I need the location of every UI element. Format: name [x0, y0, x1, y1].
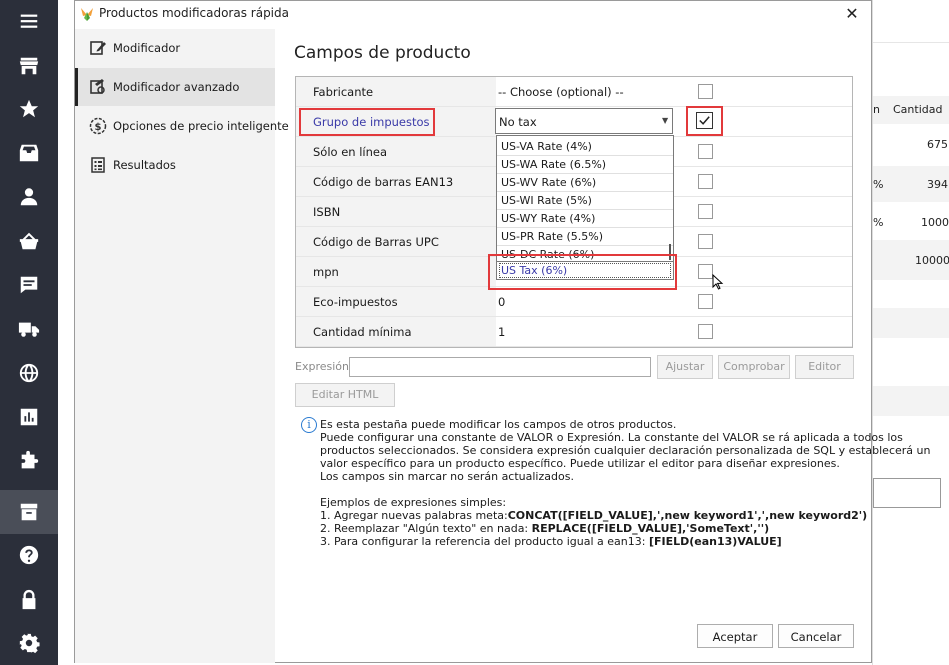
tax-group-combobox[interactable]: No tax ▼: [495, 108, 673, 134]
bg-col-header-partial: n: [873, 103, 880, 116]
results-icon: [91, 157, 105, 173]
dropdown-option[interactable]: US-WI Rate (5%): [501, 194, 592, 207]
bg-value: 10000: [915, 254, 949, 267]
bg-percent: %: [873, 216, 884, 229]
field-row-cantidad-minima: Cantidad mínima 1: [296, 317, 852, 347]
lock-icon[interactable]: [14, 585, 44, 615]
close-button[interactable]: ✕: [843, 5, 861, 23]
field-checkbox[interactable]: [698, 204, 713, 219]
combobox-value: No tax: [499, 115, 537, 129]
field-checkbox[interactable]: [698, 264, 713, 279]
app-sidebar: [0, 0, 58, 665]
chart-icon[interactable]: [14, 402, 44, 432]
help-icon[interactable]: [14, 540, 44, 570]
bg-value: 394: [927, 178, 948, 191]
info-line: valor específico para un producto especí…: [320, 457, 840, 470]
info-line: Es esta pestaña puede modificar los camp…: [320, 418, 677, 431]
edit-icon: [90, 41, 106, 55]
editar-html-button[interactable]: Editar HTML: [295, 383, 395, 407]
highlight-tax-checkbox: [686, 106, 723, 136]
chevron-down-icon[interactable]: ▼: [662, 116, 668, 125]
field-label: Cantidad mínima: [313, 325, 412, 339]
field-checkbox[interactable]: [698, 144, 713, 159]
inbox-icon[interactable]: [14, 138, 44, 168]
ajustar-button[interactable]: Ajustar: [657, 355, 713, 379]
nav-item-modificador[interactable]: Modificador: [75, 29, 275, 67]
field-checkbox[interactable]: [698, 294, 713, 309]
gear-icon[interactable]: [14, 628, 44, 658]
dropdown-option[interactable]: US-WA Rate (6.5%): [501, 158, 606, 171]
section-heading: Campos de producto: [294, 43, 471, 63]
star-icon[interactable]: [14, 94, 44, 124]
dropdown-option[interactable]: US-VA Rate (4%): [501, 140, 592, 153]
dialog-title: Productos modificadoras rápida: [99, 6, 289, 20]
nav-label: Modificador avanzado: [113, 80, 240, 94]
truck-icon[interactable]: [14, 314, 44, 344]
aceptar-button[interactable]: Aceptar: [697, 624, 773, 648]
dropdown-option[interactable]: US-WV Rate (6%): [501, 176, 596, 189]
field-label: ISBN: [313, 205, 341, 219]
example-line: 3. Para configurar la referencia del pro…: [320, 535, 782, 548]
box-icon[interactable]: [14, 497, 44, 527]
tax-group-dropdown: US-VA Rate (4%) US-WA Rate (6.5%) US-WV …: [496, 135, 674, 262]
cancelar-button[interactable]: Cancelar: [778, 624, 854, 648]
field-label: Fabricante: [313, 85, 374, 99]
field-label: mpn: [313, 265, 339, 279]
field-label: Sólo en línea: [313, 145, 388, 159]
highlight-us-tax-option: [488, 254, 677, 290]
comprobar-button[interactable]: Comprobar: [718, 355, 790, 379]
chat-icon[interactable]: [14, 270, 44, 300]
info-line: Puede configurar una constante de VALOR …: [320, 431, 903, 444]
basket-icon[interactable]: [14, 226, 44, 256]
background-app-panel: n Cantidad 675 % 394 % 1000 10000: [872, 0, 949, 665]
menu-icon[interactable]: [14, 6, 44, 36]
store-icon[interactable]: [14, 51, 44, 81]
svg-text:$: $: [95, 122, 102, 133]
field-checkbox[interactable]: [698, 324, 713, 339]
title-bar: Productos modificadoras rápida ✕: [75, 1, 871, 29]
example-line: 2. Reemplazar "Algún texto" en nada: REP…: [320, 522, 770, 535]
field-label: Eco-impuestos: [313, 295, 398, 309]
edit-advanced-icon: [90, 79, 105, 94]
bg-percent: %: [873, 178, 884, 191]
field-checkbox[interactable]: [698, 174, 713, 189]
field-row-eco-impuestos: Eco-impuestos 0: [296, 287, 852, 317]
field-label: Código de Barras UPC: [313, 235, 439, 249]
highlight-tax-label: [299, 108, 435, 136]
mouse-cursor-icon: [712, 274, 724, 290]
field-label: Código de barras EAN13: [313, 175, 454, 189]
bg-col-cantidad: Cantidad: [893, 103, 943, 116]
editor-button[interactable]: Editor: [795, 355, 854, 379]
expression-label: Expresión: [295, 360, 349, 373]
nav-label: Modificador: [113, 41, 181, 55]
puzzle-icon[interactable]: [14, 446, 44, 476]
dialog-window: Productos modificadoras rápida ✕ Modific…: [74, 0, 930, 663]
info-line: productos seleccionados. Se considera ex…: [320, 444, 931, 457]
nav-item-resultados[interactable]: Resultados: [75, 146, 275, 184]
field-checkbox[interactable]: [698, 84, 713, 99]
app-logo-icon: [81, 8, 93, 21]
bg-value: 675: [927, 138, 948, 151]
dropdown-option[interactable]: US-PR Rate (5.5%): [501, 230, 603, 243]
globe-icon[interactable]: [14, 358, 44, 388]
bg-value: 1000: [921, 216, 949, 229]
info-line: Los campos sin marcar no serán actualiza…: [320, 470, 574, 483]
field-value[interactable]: -- Choose (optional) --: [498, 85, 624, 99]
expression-input[interactable]: [349, 357, 651, 377]
field-value[interactable]: 1: [498, 325, 505, 339]
nav-item-opciones-precio[interactable]: $ Opciones de precio inteligente: [75, 107, 289, 145]
field-value[interactable]: 0: [498, 295, 505, 309]
nav-label: Opciones de precio inteligente: [113, 119, 289, 133]
info-icon: i: [301, 417, 317, 433]
user-icon[interactable]: [14, 182, 44, 212]
dollar-icon: $: [89, 117, 107, 135]
example-line: 1. Agregar nuevas palabras meta:CONCAT([…: [320, 509, 868, 522]
dropdown-option[interactable]: US-WY Rate (4%): [501, 212, 595, 225]
nav-panel: Modificador Modificador avanzado $ Opcio…: [75, 29, 289, 663]
nav-item-modificador-avanzado[interactable]: Modificador avanzado: [75, 68, 275, 106]
field-row-fabricante: Fabricante -- Choose (optional) --: [296, 77, 852, 107]
field-checkbox[interactable]: [698, 234, 713, 249]
examples-title: Ejemplos de expresiones simples:: [320, 496, 507, 509]
nav-label: Resultados: [113, 158, 176, 172]
